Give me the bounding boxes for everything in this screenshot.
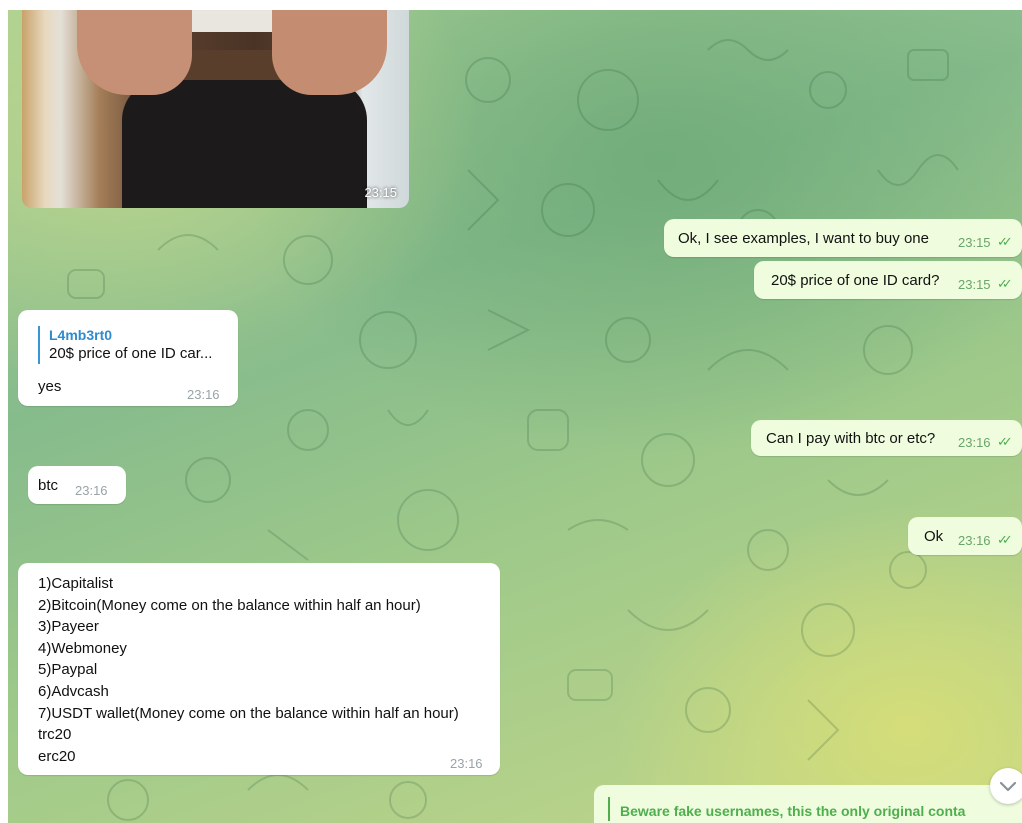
message-text: btc [38,477,59,494]
list-item: erc20 [38,747,76,765]
message-time: 23:15 [958,277,991,292]
message-time: 23:16 [958,435,991,450]
message-time: 23:16 [187,387,220,402]
outgoing-message[interactable]: 20$ price of one ID card? 23:15 ✓✓ [754,261,1022,299]
list-item: trc20 [38,726,72,744]
message-text: 20$ price of one ID card? [771,272,940,289]
chevron-down-icon [999,781,1017,792]
message-time: 23:16 [450,756,483,771]
outgoing-message[interactable]: Ok 23:16 ✓✓ [908,517,1022,555]
list-item: 1)Capitalist [38,575,114,592]
photo-left-hand [77,10,192,95]
message-time: 23:15 [958,235,991,250]
reply-snippet: 20$ price of one ID car... [49,345,213,362]
list-item: 7)USDT wallet(Money come on the balance … [38,704,459,722]
message-text: Ok, I see examples, I want to buy one [678,230,929,247]
reply-quote[interactable]: L4mb3rt0 20$ price of one ID car... [38,326,212,364]
incoming-message[interactable]: L4mb3rt0 20$ price of one ID car... yes … [18,310,238,406]
photo-timestamp: 23:15 [364,185,397,200]
double-check-icon: ✓✓ [997,532,1013,547]
double-check-icon: ✓✓ [997,234,1013,249]
reply-author: L4mb3rt0 [49,327,113,343]
list-item: 4)Webmoney [38,639,127,657]
message-text: Can I pay with btc or etc? [766,430,936,447]
photo-message[interactable]: 23:15 [22,10,409,208]
message-time: 23:16 [75,483,108,498]
pinned-message[interactable]: Beware fake usernames, this the only ori… [594,785,1022,823]
list-item: 2)Bitcoin(Money come on the balance with… [38,596,421,614]
double-check-icon: ✓✓ [997,276,1013,291]
photo-shirt [122,80,367,208]
photo-right-hand [272,10,387,95]
scroll-down-button[interactable] [990,768,1022,804]
list-item: 6)Advcash [38,682,109,700]
list-item: 3)Payeer [38,618,99,636]
incoming-message[interactable]: 1)Capitalist 2)Bitcoin(Money come on the… [18,563,500,775]
list-item: 5)Paypal [38,661,98,679]
pinned-accent-bar [608,797,610,821]
incoming-message[interactable]: btc 23:16 [28,466,126,504]
chat-area: 23:15 Ok, I see examples, I want to buy … [8,10,1022,823]
double-check-icon: ✓✓ [997,434,1013,449]
outgoing-message[interactable]: Ok, I see examples, I want to buy one 23… [664,219,1022,257]
outgoing-message[interactable]: Can I pay with btc or etc? 23:16 ✓✓ [751,420,1022,456]
payment-methods-list: 1)Capitalist 2)Bitcoin(Money come on the… [38,573,459,767]
message-text: Ok [924,528,944,545]
message-time: 23:16 [958,533,991,548]
message-text: yes [38,378,62,395]
pinned-text: Beware fake usernames, this the only ori… [620,803,966,819]
